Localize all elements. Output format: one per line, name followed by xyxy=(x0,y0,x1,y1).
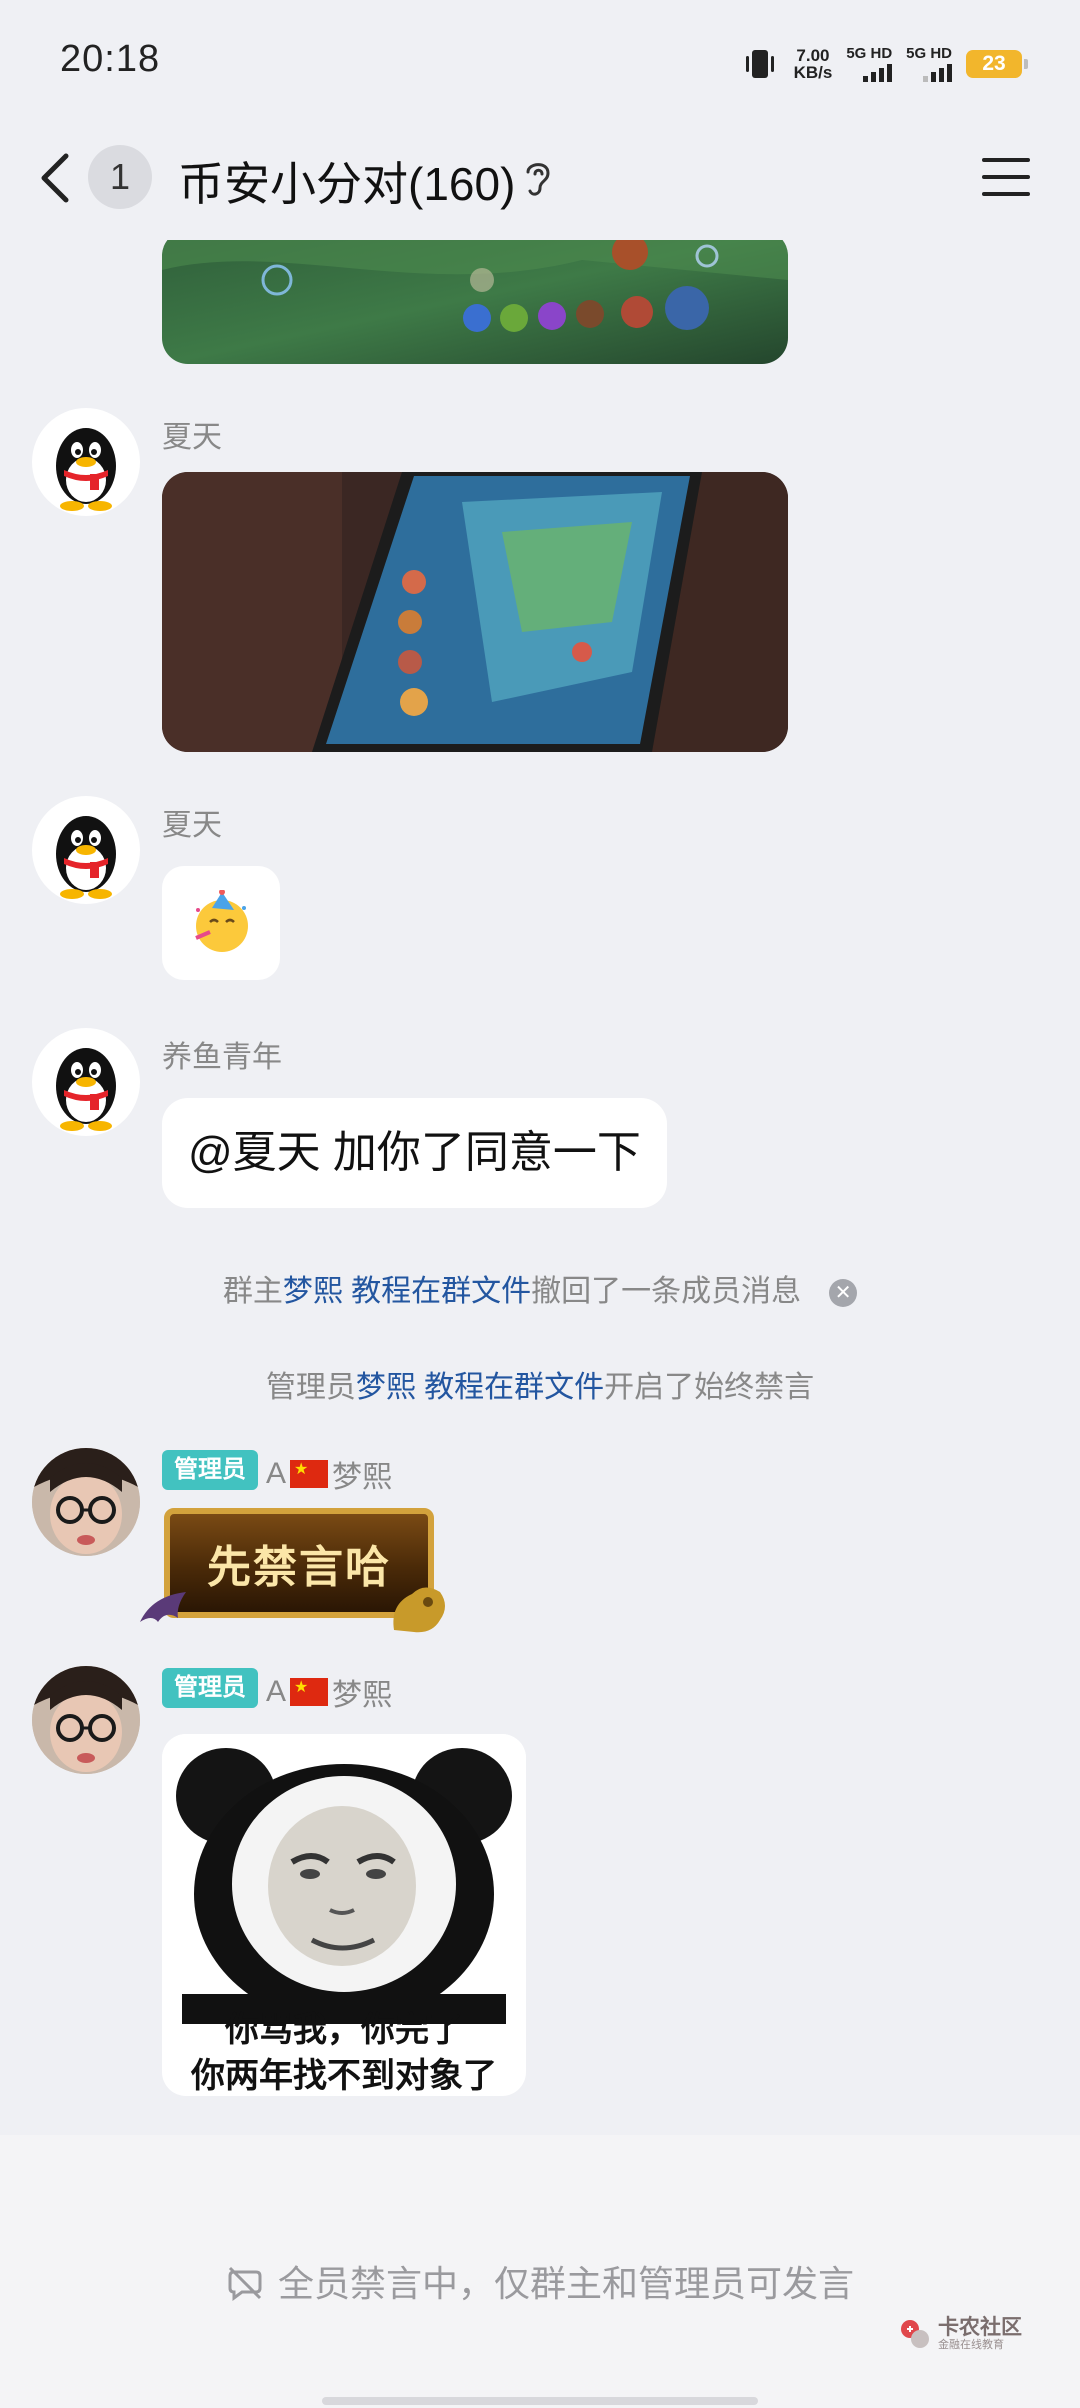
avatar[interactable] xyxy=(32,1028,140,1136)
dismiss-icon[interactable]: ✕ xyxy=(829,1279,858,1307)
person-avatar-icon xyxy=(32,1666,140,1774)
notice-user-link[interactable]: 梦熙 教程在群文件 xyxy=(356,1371,604,1404)
battery-indicator: 23 xyxy=(966,50,1028,78)
sender-name: A 梦熙 xyxy=(266,1452,392,1496)
sim2-label: 5G HD xyxy=(906,45,952,62)
person-avatar-icon xyxy=(32,1448,140,1556)
mute-icon xyxy=(228,2266,262,2301)
image-message[interactable] xyxy=(162,240,788,364)
admin-tag: 管理员 xyxy=(162,1450,258,1490)
status-time: 20:18 xyxy=(60,38,161,80)
gold-dragon-icon xyxy=(393,1587,445,1633)
notice-user-link[interactable]: 梦熙 教程在群文件 xyxy=(283,1275,531,1308)
bat-wing-icon xyxy=(140,1592,186,1622)
sender-name-suffix: 梦熙 xyxy=(332,1679,393,1712)
penguin-avatar-icon xyxy=(56,816,116,899)
avatar[interactable] xyxy=(32,1666,140,1774)
china-flag-icon xyxy=(290,1459,329,1488)
watermark-sub-text: 金融在线教育 xyxy=(938,2339,1004,2351)
admin-tag: 管理员 xyxy=(162,1668,258,1708)
notice-suffix: 开启了始终禁言 xyxy=(604,1371,815,1404)
sender-name-prefix: A xyxy=(266,1675,287,1708)
sender-name: 夏天 xyxy=(162,809,222,842)
sticker-message[interactable]: 你骂我，你完了 你两年找不到对象了 xyxy=(162,1734,526,2096)
sim1-label: 5G HD xyxy=(846,45,893,62)
avatar[interactable] xyxy=(32,1448,140,1556)
vibrate-icon xyxy=(745,50,774,78)
input-area-disabled: 全员禁言中，仅群主和管理员可发言 卡农社区 金融在线教育 xyxy=(0,2135,1080,2408)
mute-notice: 全员禁言中，仅群主和管理员可发言 xyxy=(0,2255,1080,2307)
china-flag-icon xyxy=(290,1677,329,1706)
emoji-message[interactable] xyxy=(162,866,280,980)
group-title[interactable]: 币安小分对(160) xyxy=(178,148,515,214)
chat-header: 1 币安小分对(160) xyxy=(0,128,1080,240)
image-message[interactable] xyxy=(162,472,788,752)
sticker-caption-line1: 你骂我，你完了 xyxy=(225,2011,463,2049)
avatar[interactable] xyxy=(32,796,140,904)
sender-name-suffix: 梦熙 xyxy=(332,1461,393,1494)
penguin-avatar-icon xyxy=(56,428,116,511)
penguin-avatar-icon xyxy=(56,1048,116,1131)
notice-prefix: 管理员 xyxy=(265,1371,356,1404)
message-list[interactable]: 夏天 夏天 养鱼青年 @夏天 加你了同意一下 群主梦熙 教程在群文件撤回了一条成… xyxy=(0,240,1080,2135)
back-icon[interactable] xyxy=(34,148,78,208)
signal-bars-icon xyxy=(863,64,893,82)
sim1-signal: 5G HD xyxy=(846,45,893,82)
sticker-caption-line2: 你两年找不到对象了 xyxy=(191,2057,497,2095)
sticker-message[interactable]: 先禁言哈 xyxy=(138,1500,456,1640)
sender-name: 养鱼青年 xyxy=(162,1041,282,1074)
game-screenshot-image xyxy=(162,240,788,364)
watermark-main-text: 卡农社区 xyxy=(938,2316,1022,2339)
sim2-signal: 5G HD xyxy=(906,46,952,82)
mute-notice-text: 全员禁言中，仅群主和管理员可发言 xyxy=(277,2263,854,2304)
panda-meme-image xyxy=(162,1734,526,2024)
ear-icon xyxy=(526,163,550,196)
network-speed-value: 7.00 xyxy=(796,46,830,65)
sender-name: 夏天 xyxy=(162,421,222,454)
network-speed: 7.00 KB/s xyxy=(794,47,833,81)
sender-name-prefix: A xyxy=(266,1457,287,1490)
notice-suffix: 撤回了一条成员消息 xyxy=(531,1275,802,1308)
watermark: 卡农社区 金融在线教育 xyxy=(898,2317,1022,2351)
avatar[interactable] xyxy=(32,408,140,516)
notice-prefix: 群主 xyxy=(222,1275,283,1308)
text-message[interactable]: @夏天 加你了同意一下 xyxy=(162,1098,667,1208)
system-notice-mute: 管理员梦熙 教程在群文件开启了始终禁言 xyxy=(0,1362,1080,1406)
menu-icon[interactable] xyxy=(980,154,1032,200)
party-face-emoji-icon xyxy=(195,890,248,952)
status-icons: 7.00 KB/s 5G HD 5G HD 23 xyxy=(740,42,1028,86)
unread-badge[interactable]: 1 xyxy=(88,145,152,209)
phone-photo-image xyxy=(162,472,788,752)
network-speed-unit: KB/s xyxy=(793,63,833,82)
signal-bars-icon xyxy=(923,64,952,82)
home-indicator[interactable] xyxy=(322,2397,758,2405)
status-bar: 20:18 7.00 KB/s 5G HD 5G HD 23 xyxy=(0,0,1080,128)
watermark-logo-icon xyxy=(901,2320,929,2348)
system-notice-recall: 群主梦熙 教程在群文件撤回了一条成员消息 ✕ xyxy=(0,1266,1080,1310)
sender-name: A 梦熙 xyxy=(266,1670,392,1714)
